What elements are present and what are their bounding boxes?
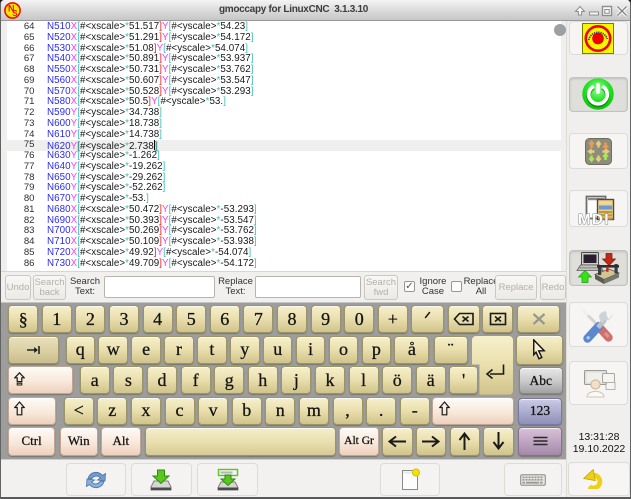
svg-text:MDI: MDI <box>578 211 610 226</box>
